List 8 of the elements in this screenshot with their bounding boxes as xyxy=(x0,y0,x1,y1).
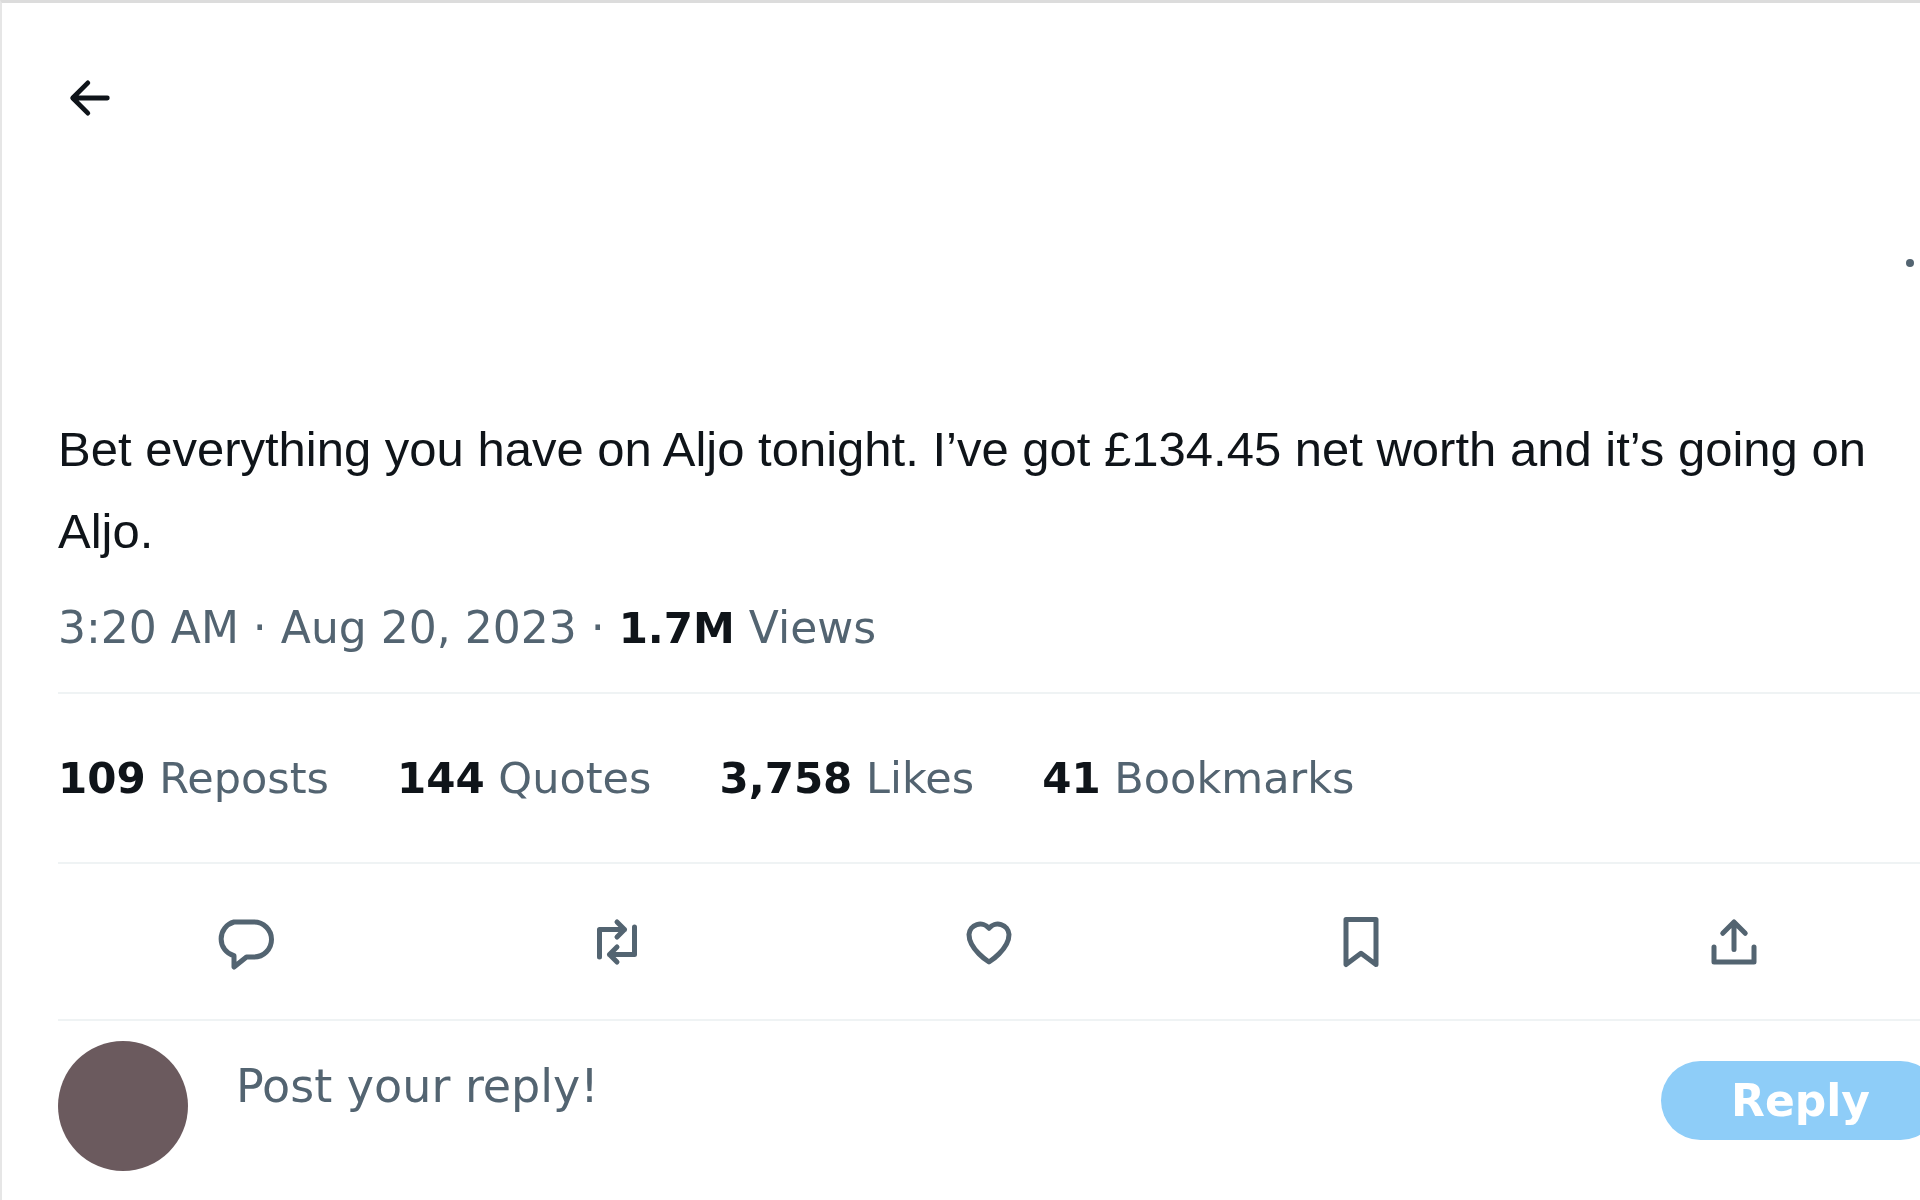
tweet-text: Bet everything you have on Aljo tonight. I’ve got £134.45 net worth and it’s going on Aljo. xyxy=(58,421,1867,560)
stat-link[interactable]: 41 Bookmarks xyxy=(1042,753,1355,803)
stat-link[interactable]: 144 Quotes xyxy=(397,753,652,803)
stat-link[interactable]: 109 Reposts xyxy=(58,753,329,803)
tweet-timestamp: 3:20 AM · Aug 20, 2023 · 1.7M Views xyxy=(58,602,877,653)
stat-link[interactable]: 3,758 Likes xyxy=(719,753,975,803)
more-icon[interactable] xyxy=(1906,259,1914,267)
reply-input-field[interactable]: Post your reply! xyxy=(234,1058,1138,1114)
